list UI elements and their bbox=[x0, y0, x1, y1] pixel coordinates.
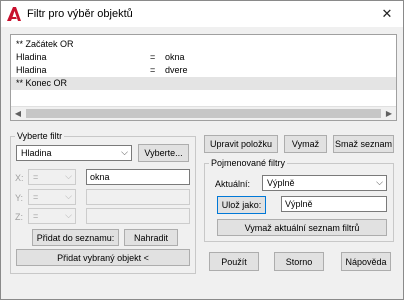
help-button[interactable]: Nápověda bbox=[341, 252, 391, 271]
list-item[interactable]: Hladina = okna bbox=[11, 51, 396, 64]
list-item-selected[interactable]: ** Konec OR bbox=[11, 77, 396, 90]
y-label: Y: bbox=[15, 193, 24, 203]
named-filters-label: Pojmenované filtry bbox=[209, 157, 288, 169]
y-operator-select[interactable]: = ⌵ bbox=[28, 189, 76, 205]
filter-type-select[interactable]: Hladina ⌵ bbox=[16, 145, 132, 161]
y-value-input[interactable] bbox=[86, 189, 190, 205]
z-operator-select[interactable]: = ⌵ bbox=[28, 208, 76, 224]
named-filters-group: Pojmenované filtry Aktuální: Výplně ⌵ Ul… bbox=[204, 157, 394, 242]
scrollbar-thumb[interactable] bbox=[26, 109, 381, 118]
chevron-down-icon: ⌵ bbox=[65, 191, 72, 201]
select-filter-label: Vyberte filtr bbox=[15, 130, 65, 142]
clear-list-button[interactable]: Smaž seznam bbox=[333, 135, 394, 153]
add-to-list-button[interactable]: Přidat do seznamu: bbox=[32, 229, 119, 246]
scroll-right-icon[interactable]: ▶ bbox=[382, 107, 396, 120]
x-label: X: bbox=[15, 173, 24, 183]
apply-button[interactable]: Použít bbox=[209, 252, 259, 271]
list-item[interactable]: ** Začátek OR bbox=[11, 38, 396, 51]
save-as-input[interactable]: Výplně bbox=[281, 196, 387, 212]
cancel-button[interactable]: Storno bbox=[274, 252, 324, 271]
add-selected-object-button[interactable]: Přidat vybraný objekt < bbox=[16, 249, 190, 266]
close-icon[interactable]: ✕ bbox=[379, 6, 395, 22]
filter-list[interactable]: ** Začátek OR Hladina = okna Hladina = d… bbox=[10, 34, 397, 121]
chevron-down-icon: ⌵ bbox=[65, 171, 72, 181]
chevron-down-icon: ⌵ bbox=[65, 210, 72, 220]
x-operator-select[interactable]: = ⌵ bbox=[28, 169, 76, 185]
select-button[interactable]: Vyberte... bbox=[138, 144, 189, 162]
select-filter-group: Vyberte filtr Hladina ⌵ Vyberte... X: = … bbox=[10, 130, 196, 274]
title-bar: Filtr pro výběr objektů ✕ bbox=[1, 1, 403, 27]
edit-item-button[interactable]: Upravit položku bbox=[204, 135, 278, 153]
delete-current-filter-list-button[interactable]: Vymaž aktuální seznam filtrů bbox=[217, 219, 387, 236]
z-value-input[interactable] bbox=[86, 208, 190, 224]
chevron-down-icon: ⌵ bbox=[376, 177, 383, 187]
z-label: Z: bbox=[15, 212, 23, 222]
filter-dialog: Filtr pro výběr objektů ✕ ** Začátek OR … bbox=[0, 0, 404, 300]
chevron-down-icon: ⌵ bbox=[121, 147, 128, 157]
window-title: Filtr pro výběr objektů bbox=[27, 8, 133, 20]
list-item[interactable]: Hladina = dvere bbox=[11, 64, 396, 77]
x-value-input[interactable]: okna bbox=[86, 169, 190, 185]
horizontal-scrollbar[interactable]: ◀ ▶ bbox=[11, 106, 396, 120]
current-filter-select[interactable]: Výplně ⌵ bbox=[262, 175, 387, 191]
replace-button[interactable]: Nahradit bbox=[124, 229, 178, 246]
scroll-left-icon[interactable]: ◀ bbox=[11, 107, 25, 120]
save-as-button[interactable]: Ulož jako: bbox=[217, 196, 266, 214]
autocad-logo-icon bbox=[7, 7, 21, 21]
current-label: Aktuální: bbox=[215, 179, 251, 189]
delete-button[interactable]: Vymaž bbox=[284, 135, 327, 153]
